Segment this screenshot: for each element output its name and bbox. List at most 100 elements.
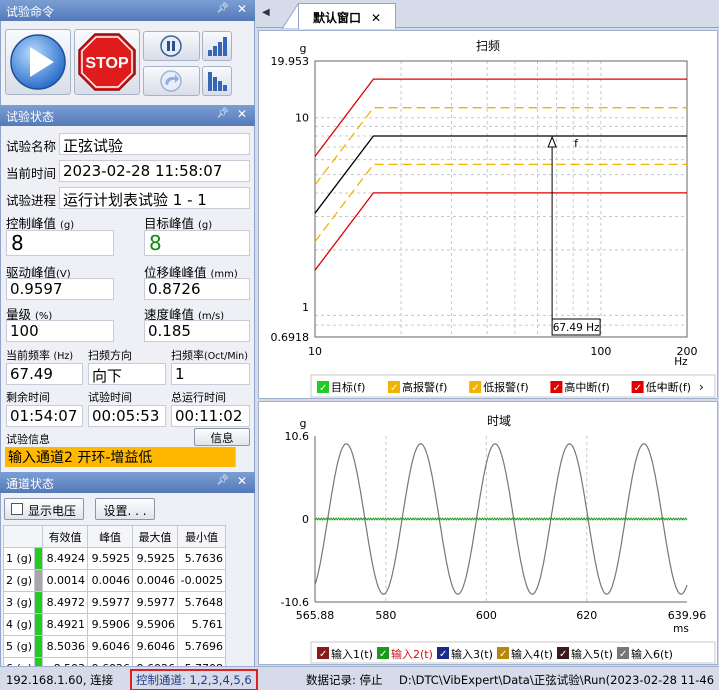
legend-item: ✓ 输入1(t) [317, 647, 373, 661]
legend-scroll-right-icon: › [699, 380, 704, 394]
series-line [314, 107, 687, 186]
channel-panel-title-text: 通道状态 [6, 477, 55, 491]
control-channels-status: 控制通道: 1,2,3,4,5,6 [130, 669, 258, 690]
legend-label: 输入1(t) [331, 647, 373, 661]
max-value: 9.6046 [132, 635, 179, 658]
channel-indicator [34, 591, 44, 614]
current-time-label: 当前时间 [6, 166, 57, 181]
pin-icon[interactable]: 📌︎ [216, 475, 229, 486]
series-line [314, 192, 687, 271]
check-icon: ✓ [471, 383, 479, 394]
sweep-legend: ✓ 目标(f) ✓ 高报警(f) ✓ 低报警(f) ✓ 高中断(f) ✓ 低中断(f)‹ › [310, 374, 716, 398]
check-icon: ✓ [390, 383, 398, 394]
max-value: 9.5906 [132, 613, 179, 636]
x-tick-label: 580 [375, 609, 396, 622]
max-value: 0.0046 [132, 569, 179, 592]
legend-label: 低中断(f) [646, 380, 691, 394]
rms-value: 8.4972 [42, 591, 89, 614]
legend-label: 输入2(t) [391, 647, 433, 661]
legend-item: ✓ 低报警(f) [469, 380, 529, 394]
close-icon[interactable]: ✕ [237, 474, 247, 488]
tab-scroll-left-icon[interactable]: ◀ [262, 7, 270, 18]
column-header: 有效值 [42, 525, 89, 548]
check-icon: ✓ [499, 649, 507, 660]
control-peak-value: 8 [6, 230, 114, 256]
close-icon[interactable]: ✕ [237, 107, 247, 121]
close-tab-icon[interactable]: ✕ [371, 11, 381, 25]
x-tick-label: 620 [576, 609, 597, 622]
x-tick-label: 100 [590, 345, 611, 358]
info-button[interactable]: 信息 [194, 428, 250, 446]
legend-label: 低报警(f) [483, 380, 528, 394]
check-icon: ✓ [552, 383, 560, 394]
channel-name: 5 (g) [2, 635, 36, 658]
channel-name: 1 (g) [2, 547, 36, 570]
test-name-value: 正弦试验 [59, 133, 250, 155]
plot-frame [314, 60, 688, 338]
data-path-status: D:\DTC\VibExpert\Data\正弦试验\Run(2023-02-2… [399, 673, 715, 687]
elapsed-time-label: 试验时间 [88, 391, 132, 404]
channel-name: 4 (g) [2, 613, 36, 636]
progress-value: 运行计划表试验 1 - 1 [59, 187, 250, 209]
check-icon: ✓ [319, 649, 327, 660]
series-line [314, 163, 687, 242]
chart-title: 时域 [487, 414, 511, 428]
show-voltage-toggle[interactable]: 显示电压 [4, 498, 84, 520]
x-tick-label: 600 [476, 609, 497, 622]
peak-value: 9.6046 [87, 635, 134, 658]
current-freq-value: 67.49 [6, 363, 83, 385]
message-scrollbar[interactable] [235, 447, 250, 467]
table-row[interactable]: 3 (g) 8.4972 9.5977 9.5977 5.7648 [2, 591, 227, 614]
sweep-chart-panel: 扫频 g Hz 19.953 10 1 0.6918 10 100 200 f 67.49 Hz ✓ 目标… [258, 30, 718, 399]
table-row[interactable]: 2 (g) 0.0014 0.0046 0.0046 -0.0025 [2, 569, 227, 592]
play-button[interactable] [5, 29, 71, 95]
column-header: 最大值 [132, 525, 179, 548]
y-tick-label: 10 [295, 112, 309, 125]
peak-value: 9.5906 [87, 613, 134, 636]
remaining-time-value: 01:54:07 [6, 405, 83, 427]
left-dock: 试验命令 📌︎ ✕ STOP 试验状态 📌︎ ✕ 试验名称 正弦试验 当前时间 … [0, 0, 255, 680]
total-time-value: 00:11:02 [171, 405, 250, 427]
y-tick-label: 0.6918 [271, 331, 310, 344]
level-down-button[interactable] [202, 66, 232, 96]
channel-name: 3 (g) [2, 591, 36, 614]
drive-peak-value: 0.9597 [6, 278, 114, 300]
legend-label: 输入6(t) [631, 647, 673, 661]
cursor-arrow [547, 135, 557, 148]
legend-label: 输入5(t) [571, 647, 613, 661]
table-row[interactable]: 4 (g) 8.4921 9.5906 9.5906 5.761 [2, 613, 227, 636]
target-peak-value: 8 [144, 230, 250, 256]
column-header: 最小值 [177, 525, 227, 548]
peak-value: 9.5925 [87, 547, 134, 570]
legend-label: 高中断(f) [564, 380, 609, 394]
x-tick-label: 639.96 [668, 609, 707, 622]
status-bar: 192.168.1.60, 连接 控制通道: 1,2,3,4,5,6 数据记录:… [0, 666, 719, 690]
time-chart: 时域 g ms 10.6 0 -10.6565.88 580 600 620 639.96 ✓ 输入1… [281, 414, 716, 664]
y-axis-label: g [300, 42, 307, 55]
table-row[interactable]: 1 (g) 8.4924 9.5925 9.5925 5.7636 [2, 547, 227, 570]
pin-icon[interactable]: 📌︎ [216, 108, 229, 119]
check-icon: ✓ [634, 383, 642, 394]
legend-item: ✓ 输入6(t) [617, 647, 673, 661]
bar-up-icon [208, 37, 227, 56]
status-panel: 试验名称 正弦试验 当前时间 2023-02-28 11:58:07 试验进程 … [0, 126, 255, 472]
pin-icon[interactable]: 📌︎ [216, 3, 229, 14]
max-value: 9.5925 [132, 547, 179, 570]
check-icon: ✓ [379, 649, 387, 660]
settings-button[interactable]: 设置. . . [95, 498, 155, 520]
tab-default-window[interactable]: 默认窗口 ✕ [298, 3, 396, 29]
table-row[interactable]: 5 (g) 8.5036 9.6046 9.6046 5.7696 [2, 635, 227, 658]
stop-button[interactable]: STOP [74, 29, 140, 95]
pause-button[interactable] [143, 31, 200, 61]
level-up-button[interactable] [202, 31, 232, 61]
close-icon[interactable]: ✕ [237, 2, 247, 16]
resume-button[interactable] [143, 66, 200, 96]
test-info-label: 试验信息 [6, 433, 50, 446]
test-name-label: 试验名称 [6, 139, 57, 154]
legend-label: 输入4(t) [511, 647, 553, 661]
checkbox-icon[interactable] [11, 503, 23, 515]
time-chart-panel: 时域 g ms 10.6 0 -10.6 565.88 580 600 620 639.96 ✓ 输入1… [258, 401, 718, 665]
legend-item: ✓ 高报警(f) [388, 380, 447, 394]
play-icon [10, 34, 66, 90]
column-header [2, 525, 44, 548]
